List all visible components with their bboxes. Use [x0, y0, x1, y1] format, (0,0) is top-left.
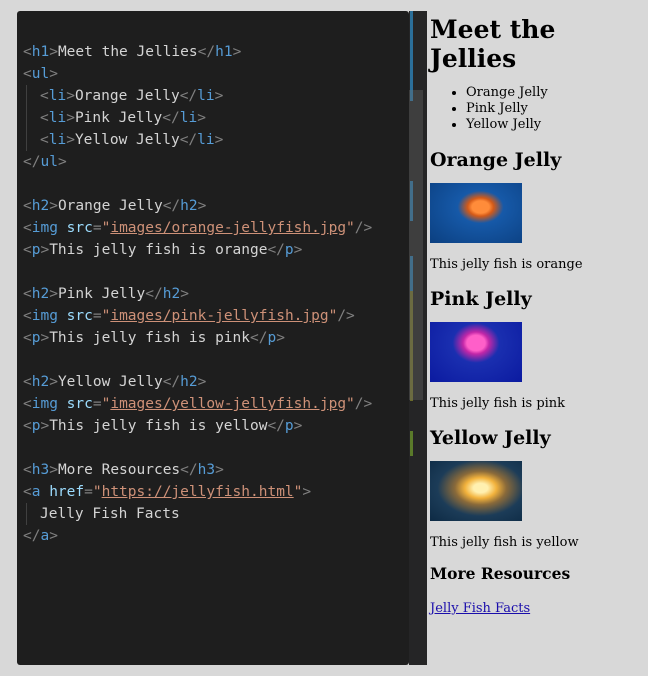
code-line: <img src="images/yellow-jellyfish.jpg"/> [23, 396, 373, 412]
section-heading-orange: Orange Jelly [430, 149, 562, 171]
code-line: <h3>More Resources</h3> [23, 462, 224, 478]
code-line: <h1>Meet the Jellies</h1> [23, 44, 242, 60]
section-heading-pink: Pink Jelly [430, 288, 532, 310]
caption-yellow: This jelly fish is yellow [430, 535, 579, 550]
code-line: <ul> [23, 66, 58, 82]
code-line: </a> [23, 528, 58, 544]
code-line: <p>This jelly fish is yellow</p> [23, 418, 303, 434]
code-line: <h2>Pink Jelly</h2> [23, 286, 189, 302]
orange-jellyfish-image [430, 183, 522, 243]
page-title: Meet the Jellies [430, 15, 556, 73]
list-item: Orange Jelly [466, 85, 642, 101]
code-line: <p>This jelly fish is pink</p> [23, 330, 285, 346]
yellow-jellyfish-image [430, 461, 522, 521]
list-item: Yellow Jelly [466, 117, 642, 133]
code-line: <h2>Yellow Jelly</h2> [23, 374, 207, 390]
code-line: <li>Yellow Jelly</li> [23, 129, 372, 151]
code-line: </ul> [23, 154, 67, 170]
pink-jellyfish-image [430, 322, 522, 382]
code-line: <h2>Orange Jelly</h2> [23, 198, 207, 214]
list-item: Pink Jelly [466, 101, 642, 117]
scrollbar-thumb[interactable] [409, 90, 423, 400]
rendered-preview: Meet the Jellies Orange Jelly Pink Jelly… [430, 11, 642, 665]
section-heading-yellow: Yellow Jelly [430, 427, 551, 449]
code-line: Jelly Fish Facts [23, 503, 372, 525]
code-line: <img src="images/pink-jellyfish.jpg"/> [23, 308, 355, 324]
code-line: <li>Orange Jelly</li> [23, 85, 372, 107]
code-lines[interactable]: <h1>Meet the Jellies</h1> <ul> <li>Orang… [23, 41, 372, 547]
caption-pink: This jelly fish is pink [430, 396, 566, 411]
code-editor[interactable]: <h1>Meet the Jellies</h1> <ul> <li>Orang… [17, 11, 409, 665]
code-line: <p>This jelly fish is orange</p> [23, 242, 303, 258]
resources-heading: More Resources [430, 564, 571, 583]
code-line: <img src="images/orange-jellyfish.jpg"/> [23, 220, 373, 236]
jelly-list: Orange Jelly Pink Jelly Yellow Jelly [430, 85, 642, 133]
code-line: <li>Pink Jelly</li> [23, 107, 372, 129]
code-line: <a href="https://jellyfish.html"> [23, 484, 312, 500]
caption-orange: This jelly fish is orange [430, 257, 583, 272]
jelly-fish-facts-link[interactable]: Jelly Fish Facts [430, 601, 530, 616]
